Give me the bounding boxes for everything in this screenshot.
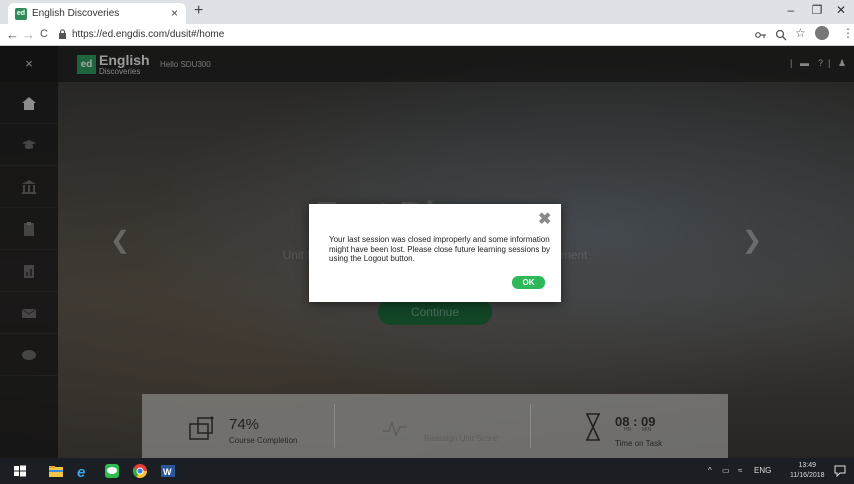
system-clock[interactable]: 13:49 11/16/2018: [790, 461, 825, 481]
back-button[interactable]: ←: [6, 27, 19, 42]
app-viewport: F t Di es Unit 5: A pointment ❮ ❯ Contin…: [0, 46, 854, 458]
window-maximize-button[interactable]: ❐: [806, 3, 828, 17]
browser-address-bar: ← → C https://ed.engdis.com/dusit#/home …: [0, 24, 854, 46]
chat-app-icon[interactable]: [104, 463, 120, 479]
clock-time: 13:49: [798, 462, 817, 469]
file-explorer-icon[interactable]: [48, 463, 64, 479]
session-warning-dialog: ✖ Your last session was closed improperl…: [309, 204, 561, 302]
tab-title: English Discoveries: [32, 8, 120, 19]
tray-language[interactable]: ENG: [754, 466, 771, 475]
browser-tab-strip: ed English Discoveries × + – ❐ ✕: [0, 0, 854, 24]
clock-date: 11/16/2018: [790, 472, 825, 479]
dialog-message: Your last session was closed improperly …: [329, 235, 551, 263]
key-icon[interactable]: [755, 30, 767, 40]
browser-menu-icon[interactable]: ⋮: [842, 26, 854, 40]
wifi-icon[interactable]: ≈: [738, 466, 742, 475]
browser-tab[interactable]: ed English Discoveries ×: [8, 3, 186, 24]
notification-center-icon[interactable]: [834, 465, 846, 477]
profile-avatar[interactable]: [815, 26, 829, 40]
forward-button[interactable]: →: [22, 27, 35, 42]
battery-icon[interactable]: ▭: [722, 466, 730, 475]
bookmark-star-icon[interactable]: ☆: [795, 26, 806, 40]
dialog-close-icon[interactable]: ✖: [538, 209, 551, 229]
new-tab-button[interactable]: +: [194, 2, 203, 20]
chrome-icon[interactable]: [132, 463, 148, 479]
window-minimize-button[interactable]: –: [780, 3, 802, 17]
tray-chevron-icon[interactable]: ^: [708, 466, 712, 475]
internet-explorer-icon[interactable]: e: [76, 463, 92, 479]
ok-button[interactable]: OK: [512, 276, 545, 289]
window-close-button[interactable]: ✕: [830, 3, 852, 17]
windows-start-icon[interactable]: [12, 463, 28, 479]
tab-close-icon[interactable]: ×: [171, 6, 178, 20]
word-icon[interactable]: W: [160, 463, 176, 479]
url-field[interactable]: https://ed.engdis.com/dusit#/home: [72, 29, 224, 40]
tab-favicon-icon: ed: [15, 8, 27, 20]
reload-button[interactable]: C: [40, 28, 48, 40]
zoom-icon[interactable]: [775, 29, 787, 41]
windows-taskbar: e W ^ ▭ ≈ ENG 13:49 11/16/2018: [0, 458, 854, 484]
svg-text:W: W: [163, 467, 172, 477]
lock-icon: [59, 29, 66, 39]
svg-text:e: e: [77, 464, 85, 479]
